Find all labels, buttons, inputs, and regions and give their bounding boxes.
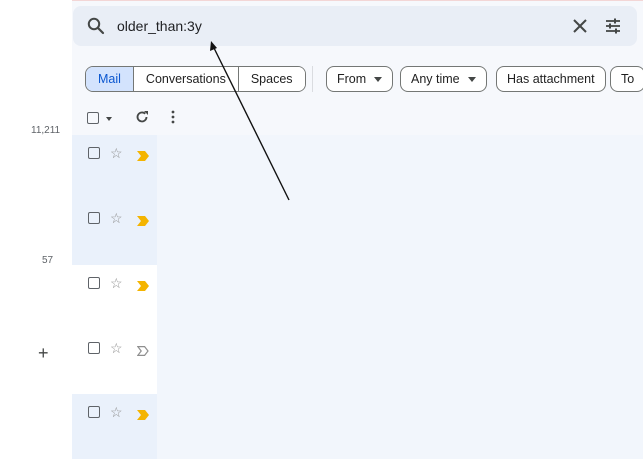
row-checkbox[interactable] [88, 147, 100, 159]
label-count: 57 [42, 255, 54, 266]
not-important-marker-icon[interactable] [136, 343, 149, 361]
list-item[interactable]: ☆ [72, 200, 157, 265]
message-list [72, 135, 643, 459]
search-bar[interactable] [73, 6, 637, 46]
list-item[interactable]: ☆ [72, 394, 157, 459]
scope-spaces[interactable]: Spaces [237, 67, 305, 91]
list-item[interactable]: ☆ [72, 265, 157, 330]
filter-from-label: From [337, 72, 367, 86]
tune-icon[interactable] [604, 17, 622, 40]
top-border [0, 0, 643, 1]
star-icon[interactable]: ☆ [110, 146, 123, 160]
chevron-down-icon [374, 77, 383, 83]
scope-mail[interactable]: Mail [86, 67, 133, 91]
search-scope-toggle: Mail Conversations Spaces [85, 66, 306, 92]
star-icon[interactable]: ☆ [110, 211, 123, 225]
row-checkbox[interactable] [88, 277, 100, 289]
add-label-button[interactable]: + [38, 343, 49, 363]
more-vert-icon[interactable] [170, 109, 176, 130]
filter-to-chip[interactable]: To [610, 66, 643, 92]
filter-attachment-label: Has attachment [507, 72, 595, 86]
star-icon[interactable]: ☆ [110, 341, 123, 355]
filter-time-chip[interactable]: Any time [400, 66, 487, 92]
important-marker-icon[interactable] [137, 407, 149, 425]
filter-to-label: To [621, 72, 635, 86]
left-nav-rail: 11,211 57 + [0, 0, 72, 459]
chevron-down-icon[interactable] [104, 111, 114, 129]
inbox-count: 11,211 [31, 125, 61, 136]
star-icon[interactable]: ☆ [110, 405, 123, 419]
star-icon[interactable]: ☆ [110, 276, 123, 290]
chip-divider [312, 66, 313, 92]
scope-conversations[interactable]: Conversations [132, 67, 238, 91]
important-marker-icon[interactable] [137, 213, 149, 231]
filter-attachment-chip[interactable]: Has attachment [496, 66, 606, 92]
row-checkbox[interactable] [88, 342, 100, 354]
filter-time-label: Any time [411, 72, 460, 86]
list-item[interactable]: ☆ [72, 330, 157, 394]
search-input[interactable] [117, 16, 547, 36]
important-marker-icon[interactable] [137, 148, 149, 166]
select-all-checkbox[interactable] [87, 112, 99, 124]
important-marker-icon[interactable] [137, 278, 149, 296]
row-checkbox[interactable] [88, 406, 100, 418]
list-item[interactable]: ☆ [72, 135, 157, 200]
close-icon[interactable] [571, 17, 589, 40]
row-checkbox[interactable] [88, 212, 100, 224]
refresh-icon[interactable] [134, 109, 150, 130]
search-icon[interactable] [86, 16, 106, 41]
filter-from-chip[interactable]: From [326, 66, 394, 92]
chevron-down-icon [467, 77, 476, 83]
